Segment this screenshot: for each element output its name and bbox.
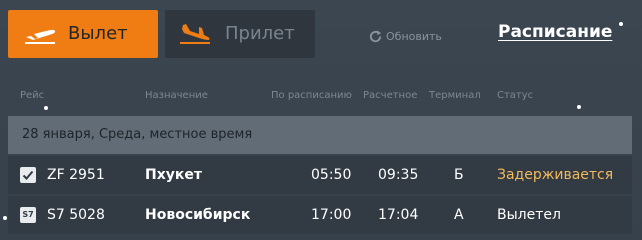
flight-number: ZF 2951 [47,167,105,183]
status-badge: Вылетел [497,207,561,223]
tab-departures[interactable]: Вылет [8,10,158,58]
decor-dot [3,216,7,220]
column-header-scheduled: По расписанию [271,90,352,101]
decor-dot [619,22,623,26]
column-header-flight: Рейс [20,90,45,101]
column-header-estimated: Расчетное [363,90,418,101]
column-header-terminal: Терминал [429,90,481,101]
terminal: А [454,207,464,223]
decor-dot [44,106,48,110]
tab-arrivals[interactable]: Прилет [165,10,315,58]
check-icon [20,167,36,183]
terminal: Б [454,167,464,183]
scheduled-time: 17:00 [311,207,352,223]
column-header-status: Статус [497,90,534,101]
table-header: Рейс Назначение По расписанию Расчетное … [0,90,642,104]
table-row[interactable]: S7 S7 5028 Новосибирск 17:00 17:04 А Выл… [8,196,632,234]
schedule-link[interactable]: Расписание [498,22,612,42]
column-header-destination: Назначение [145,90,208,101]
flight-number: S7 5028 [47,207,105,223]
destination: Новосибирск [145,207,251,223]
scheduled-time: 05:50 [311,167,352,183]
refresh-label: Обновить [386,29,442,43]
refresh-button[interactable]: Обновить [368,26,442,46]
plane-departure-icon [25,29,56,44]
plane-arrival-icon [180,24,210,44]
s7-airline-icon: S7 [20,207,36,223]
estimated-time: 17:04 [378,207,419,223]
estimated-time: 09:35 [378,167,419,183]
tab-arrivals-label: Прилет [225,23,295,44]
destination: Пхукет [145,167,202,183]
decor-dot [577,105,581,109]
tab-departures-label: Вылет [68,23,128,44]
table-row[interactable]: ZF 2951 Пхукет 05:50 09:35 Б Задерживает… [8,156,632,194]
refresh-icon [369,29,382,42]
status-badge: Задерживается [497,167,614,183]
date-header: 28 января, Среда, местное время [8,116,632,154]
